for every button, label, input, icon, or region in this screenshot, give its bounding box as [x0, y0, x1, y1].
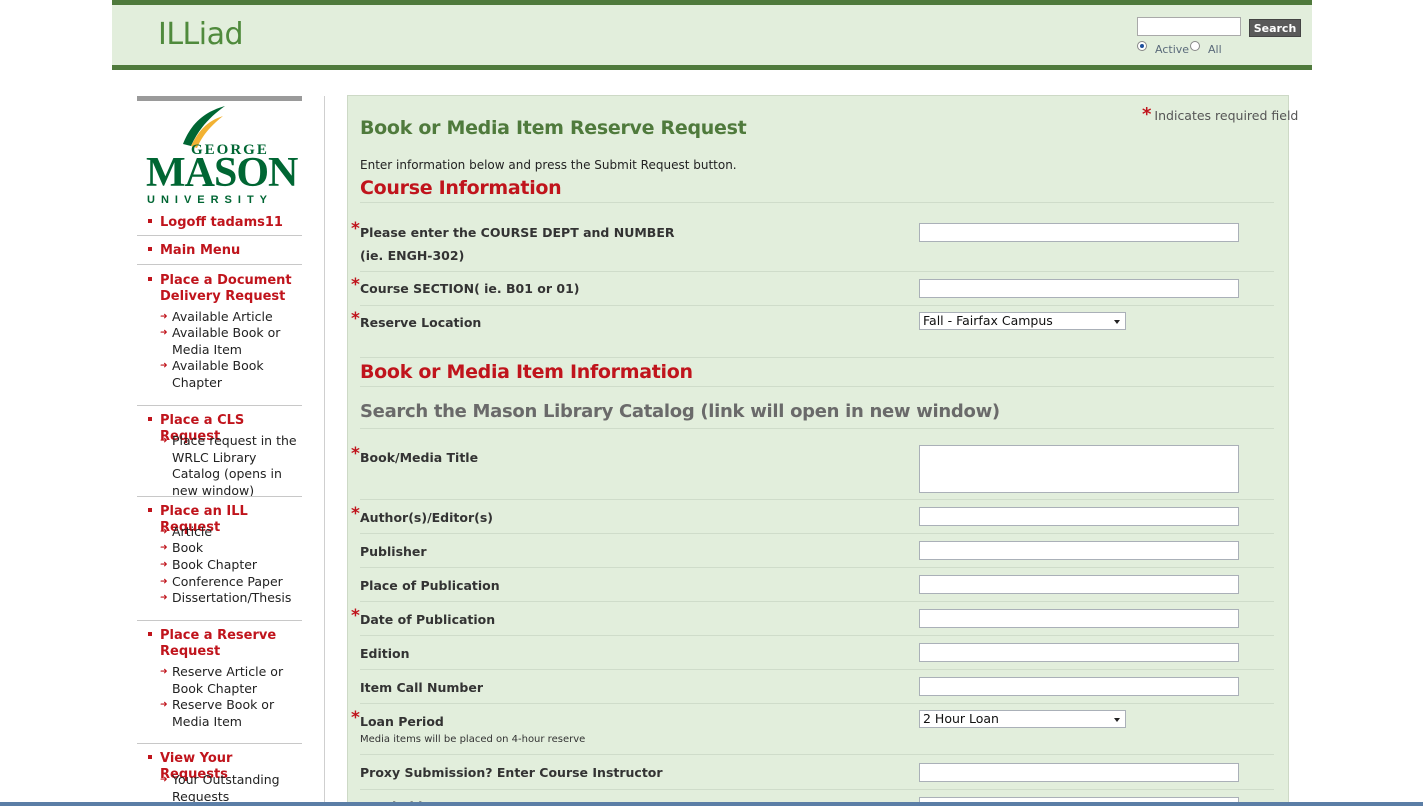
- item-section-title: Book or Media Item Information: [360, 361, 693, 383]
- bullet-icon: [148, 755, 152, 759]
- row-divider: [360, 305, 1274, 306]
- radio-all[interactable]: [1190, 41, 1200, 51]
- divider: [137, 743, 302, 744]
- course-section-title: Course Information: [360, 177, 562, 199]
- chevron-down-icon: [1114, 718, 1120, 722]
- required-star-icon: *: [351, 444, 360, 464]
- arrow-icon: ➜: [160, 312, 168, 322]
- bullet-icon: [148, 277, 152, 281]
- sidebar-top-bar: [137, 96, 302, 101]
- divider: [137, 235, 302, 236]
- author-input[interactable]: [919, 507, 1239, 526]
- publisher-input[interactable]: [919, 541, 1239, 560]
- course-section-input[interactable]: [919, 279, 1239, 298]
- row-divider: [360, 703, 1274, 704]
- arrow-icon: ➜: [160, 560, 168, 570]
- row-divider: [360, 567, 1274, 568]
- required-star-icon: *: [351, 606, 360, 626]
- edition-input[interactable]: [919, 643, 1239, 662]
- date-label: Date of Publication: [360, 612, 496, 627]
- radio-all-label: All: [1208, 43, 1222, 56]
- search-input[interactable]: [1137, 17, 1241, 36]
- author-label: Author(s)/Editor(s): [360, 510, 493, 525]
- form-intro: Enter information below and press the Su…: [360, 158, 737, 172]
- arrow-icon: ➜: [160, 527, 168, 537]
- row-divider: [360, 789, 1274, 790]
- reserve-location-select[interactable]: Fall - Fairfax Campus: [919, 312, 1126, 330]
- bullet-icon: [148, 508, 152, 512]
- row-divider: [360, 669, 1274, 670]
- row-divider: [360, 754, 1274, 755]
- divider: [137, 405, 302, 406]
- required-star-icon: *: [1142, 104, 1152, 125]
- required-star-icon: *: [351, 219, 360, 239]
- required-star-icon: *: [351, 708, 360, 728]
- app-header: ILLiad Search Active All: [112, 0, 1312, 70]
- chevron-down-icon: [1114, 320, 1120, 324]
- edition-label: Edition: [360, 646, 410, 661]
- call-number-label: Item Call Number: [360, 680, 483, 695]
- row-divider: [360, 386, 1274, 387]
- loan-period-label: Loan Period: [360, 714, 444, 729]
- place-label: Place of Publication: [360, 578, 500, 593]
- arrow-icon: ➜: [160, 667, 168, 677]
- search-button[interactable]: Search: [1249, 19, 1301, 37]
- arrow-icon: ➜: [160, 436, 168, 446]
- loan-period-select[interactable]: 2 Hour Loan: [919, 710, 1126, 728]
- proxy-label: Proxy Submission? Enter Course Instructo…: [360, 765, 663, 780]
- divider: [137, 496, 302, 497]
- required-star-icon: *: [351, 275, 360, 295]
- reserve-location-label: Reserve Location: [360, 315, 482, 330]
- row-divider: [360, 202, 1274, 203]
- window-bottom-edge: [0, 802, 1423, 806]
- needed-by-label: Needed by Date: [360, 795, 690, 802]
- proxy-input[interactable]: [919, 763, 1239, 782]
- bullet-icon: [148, 219, 152, 223]
- form-title: Book or Media Item Reserve Request: [360, 117, 747, 139]
- call-number-input[interactable]: [919, 677, 1239, 696]
- course-number-label: Please enter the COURSE DEPT and NUMBER …: [360, 225, 675, 263]
- bullet-icon: [148, 632, 152, 636]
- required-note: * Indicates required field: [1142, 104, 1299, 125]
- divider: [137, 264, 302, 265]
- row-divider: [360, 271, 1274, 272]
- arrow-icon: ➜: [160, 577, 168, 587]
- row-divider: [360, 601, 1274, 602]
- row-divider: [360, 357, 1274, 358]
- arrow-icon: ➜: [160, 593, 168, 603]
- loan-period-hint: Media items will be placed on 4-hour res…: [360, 734, 586, 745]
- required-star-icon: *: [351, 504, 360, 524]
- bullet-icon: [148, 247, 152, 251]
- column-divider: [324, 96, 325, 806]
- publisher-label: Publisher: [360, 544, 427, 559]
- title-textarea[interactable]: [919, 445, 1239, 493]
- row-divider: [360, 428, 1274, 429]
- row-divider: [360, 635, 1274, 636]
- course-section-label: Course SECTION( ie. B01 or 01): [360, 281, 580, 296]
- title-label: Book/Media Title: [360, 450, 479, 465]
- place-input[interactable]: [919, 575, 1239, 594]
- catalog-link[interactable]: Search the Mason Library Catalog (link w…: [360, 401, 1000, 422]
- divider: [137, 620, 302, 621]
- arrow-icon: ➜: [160, 775, 168, 785]
- bullet-icon: [148, 417, 152, 421]
- row-divider: [360, 533, 1274, 534]
- row-divider: [360, 499, 1274, 500]
- logo-university-text: UNIVERSITY: [147, 194, 273, 206]
- arrow-icon: ➜: [160, 700, 168, 710]
- logo-mason-text: MASON: [146, 150, 298, 196]
- course-number-input[interactable]: [919, 223, 1239, 242]
- radio-active[interactable]: [1137, 41, 1147, 51]
- arrow-icon: ➜: [160, 543, 168, 553]
- radio-active-label: Active: [1155, 43, 1190, 56]
- required-star-icon: *: [351, 309, 360, 329]
- arrow-icon: ➜: [160, 361, 168, 371]
- app-title[interactable]: ILLiad: [158, 17, 244, 52]
- george-mason-logo[interactable]: GEORGE MASON UNIVERSITY: [145, 104, 300, 206]
- arrow-icon: ➜: [160, 328, 168, 338]
- date-input[interactable]: [919, 609, 1239, 628]
